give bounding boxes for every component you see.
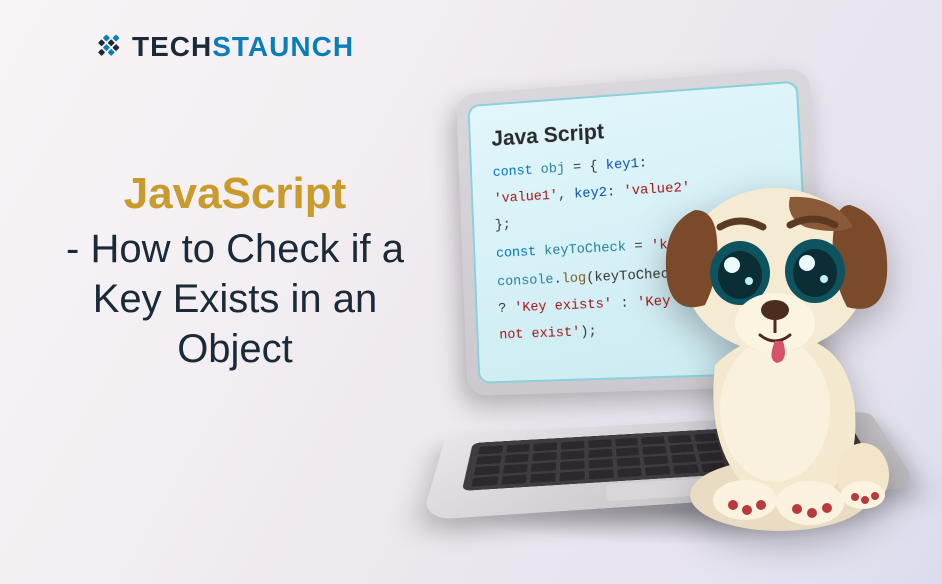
headline-js: JavaScript — [65, 170, 405, 218]
headline-rest: - How to Check if a Key Exists in an Obj… — [65, 224, 405, 374]
puppy-illustration — [625, 155, 925, 535]
logo-text: TECHSTAUNCH — [132, 31, 354, 63]
brand-logo: TECHSTAUNCH — [90, 30, 354, 64]
illustration-scene: Java Script const obj = { key1: 'value1'… — [420, 80, 930, 570]
logo-text-b: STAUNCH — [212, 31, 354, 62]
headline-block: JavaScript - How to Check if a Key Exist… — [65, 170, 405, 374]
screen-title: Java Script — [491, 106, 778, 151]
logo-text-a: TECH — [132, 31, 212, 62]
logo-icon — [90, 30, 124, 64]
